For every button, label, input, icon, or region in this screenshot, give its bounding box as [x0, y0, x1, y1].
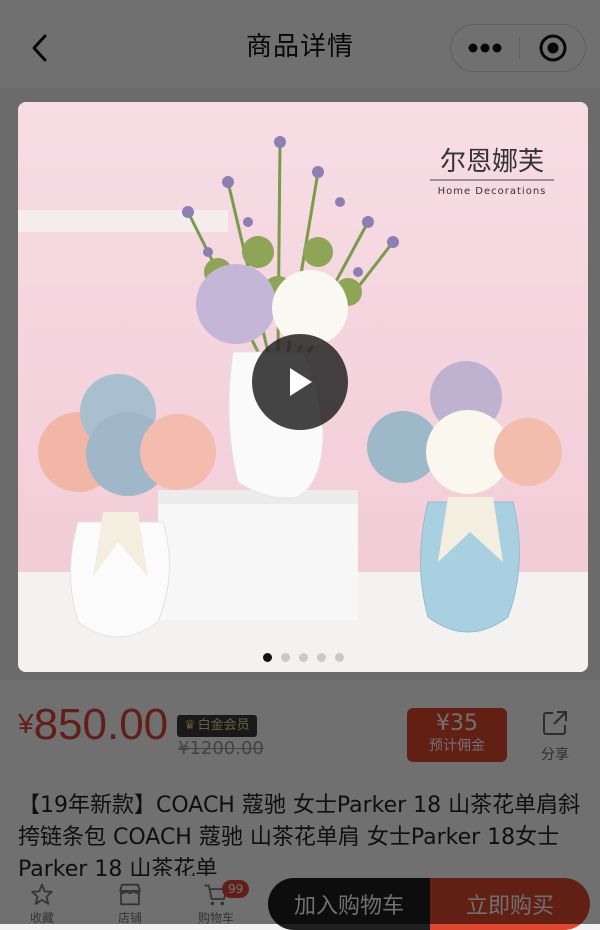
- price-value: 850.00: [33, 700, 169, 749]
- bottom-action-bar: 收藏 店铺 购物车 99 加入购物车 立即购买: [0, 876, 600, 930]
- current-price: ¥850.00: [18, 700, 168, 750]
- shop-nav[interactable]: 店铺: [100, 882, 160, 926]
- cart-count-badge: 99: [222, 880, 250, 898]
- navigation-bar: 商品详情: [0, 0, 600, 88]
- share-button[interactable]: 分享: [532, 710, 578, 766]
- share-label: 分享: [541, 747, 569, 763]
- price-section: ¥850.00 ♛ 白金会员 ¥1200.00 ¥35 预计佣金 分享: [0, 680, 600, 780]
- shop-icon: [119, 883, 141, 906]
- buy-now-button[interactable]: 立即购买: [430, 878, 590, 930]
- favorite-label: 收藏: [29, 911, 54, 925]
- product-title: 【19年新款】COACH 蔻驰 女士Parker 18 山茶花单肩斜挎链条包 C…: [0, 780, 600, 876]
- play-video-button[interactable]: [252, 334, 348, 430]
- carousel-dot[interactable]: [280, 653, 290, 662]
- close-miniprogram-button[interactable]: [519, 25, 587, 71]
- add-to-cart-button[interactable]: 加入购物车: [268, 878, 430, 930]
- target-circle-icon: [539, 34, 567, 62]
- carousel-dot[interactable]: [316, 653, 326, 662]
- play-icon: [290, 368, 312, 396]
- currency-symbol: ¥: [18, 708, 34, 739]
- more-dots-icon: [468, 43, 502, 53]
- shop-label: 店铺: [117, 911, 142, 925]
- share-icon: [543, 711, 567, 735]
- carousel-dot[interactable]: [298, 653, 308, 662]
- commission-amount: ¥35: [436, 711, 478, 736]
- original-price: ¥1200.00: [178, 738, 264, 759]
- commission-button[interactable]: ¥35 预计佣金: [407, 708, 507, 762]
- carousel-dot[interactable]: [262, 653, 272, 662]
- carousel-indicator: [18, 653, 588, 662]
- cart-label: 购物车: [197, 911, 234, 925]
- brand-logo-cn: 尔恩娜芙: [440, 147, 544, 177]
- mini-program-capsule: [450, 24, 586, 72]
- product-image-gallery[interactable]: 尔恩娜芙 Home Decorations: [18, 102, 588, 672]
- more-button[interactable]: [451, 25, 519, 71]
- commission-label: 预计佣金: [429, 738, 485, 754]
- brand-logo-en: Home Decorations: [438, 186, 547, 197]
- vip-badge: ♛ 白金会员: [177, 715, 257, 737]
- carousel-dot[interactable]: [334, 653, 344, 662]
- favorite-nav[interactable]: 收藏: [12, 882, 72, 926]
- star-icon: [31, 883, 53, 905]
- crown-icon: ♛: [184, 718, 196, 733]
